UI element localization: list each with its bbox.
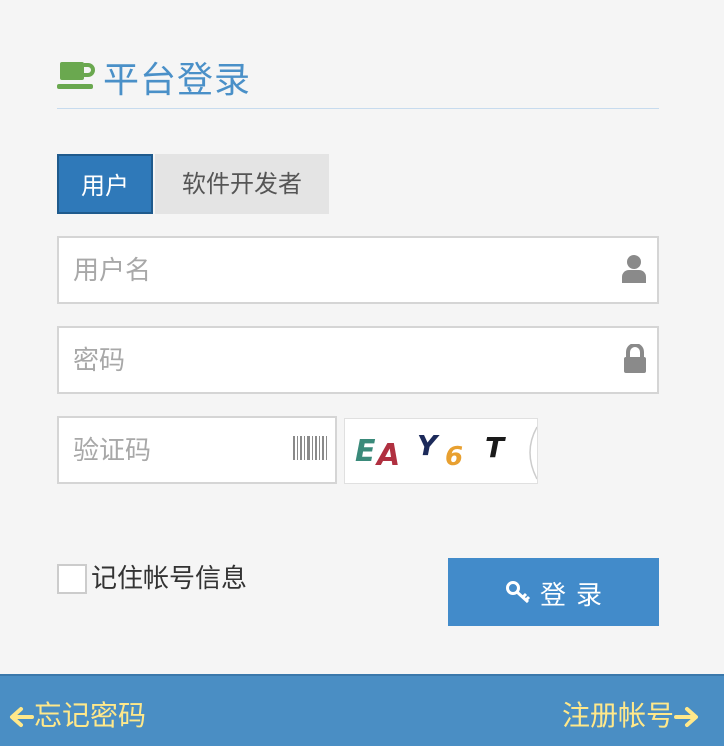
svg-text:E: E [355,434,376,469]
login-button-label: 登录 [540,581,613,611]
key-icon [506,580,532,608]
coffee-cup-icon [57,60,97,96]
barcode-icon [293,434,327,466]
arrow-left-icon [10,707,34,727]
svg-text:A: A [375,438,400,473]
remember-checkbox[interactable] [57,564,87,594]
captcha-image[interactable]: E A Y 6 T [344,418,538,484]
page-title: 平台登录 [103,60,252,101]
lock-icon [623,343,647,378]
arrow-right-icon [674,707,698,727]
username-field-container [57,236,659,304]
login-button[interactable]: 登录 [448,558,659,626]
user-icon [621,254,647,288]
footer-bar: 忘记密码 注册帐号 [0,674,724,746]
captcha-field-container [57,416,337,484]
tab-developer[interactable]: 软件开发者 [155,154,329,214]
password-input[interactable] [71,328,615,394]
password-field-container [57,326,659,394]
svg-text:T: T [485,431,506,464]
captcha-input[interactable] [71,418,275,484]
login-header: 平台登录 [57,48,659,109]
forgot-password-label: 忘记密码 [34,699,147,732]
tab-user[interactable]: 用户 [57,154,153,214]
register-link[interactable]: 注册帐号 [562,694,700,734]
svg-text:Y: Y [417,429,440,462]
remember-label[interactable]: 记住帐号信息 [91,562,247,596]
register-label: 注册帐号 [561,699,674,732]
username-input[interactable] [71,238,615,304]
svg-text:6: 6 [445,442,463,472]
forgot-password-link[interactable]: 忘记密码 [8,694,146,734]
